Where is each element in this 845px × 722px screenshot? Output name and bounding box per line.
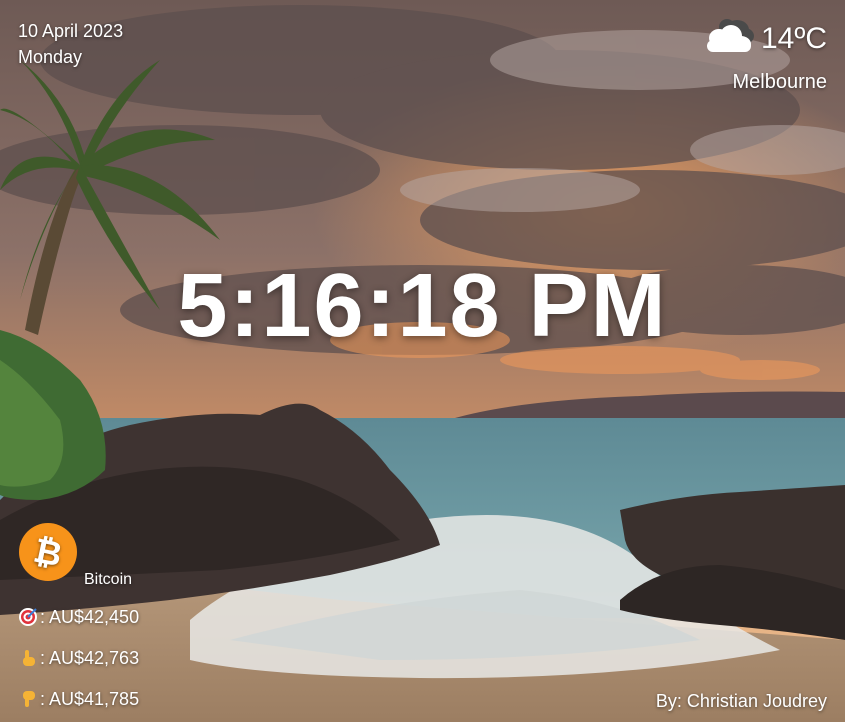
cloudy-icon [699, 16, 757, 61]
photo-credit[interactable]: By: Christian Joudrey [656, 691, 827, 712]
date-display: 10 April 2023 Monday [18, 18, 123, 70]
crypto-name: Bitcoin [84, 571, 133, 588]
weather-widget: 14ºC Melbourne [699, 16, 827, 95]
price-low-value: : AU$41,785 [40, 688, 140, 709]
bitcoin-icon: ₿ [18, 522, 78, 587]
clock-time: 5:16:18 PM [177, 256, 668, 356]
pointing-down-icon [18, 689, 38, 709]
date-full: 10 April 2023 [18, 21, 124, 41]
price-current: : AU$42,450 [18, 606, 139, 628]
dashboard-scene: 10 April 2023 Monday 14ºC Melbourne 5:16… [0, 0, 845, 722]
price-high: : AU$42,763 [18, 647, 139, 669]
target-icon [18, 607, 38, 627]
pointing-up-icon [18, 648, 38, 668]
city-name: Melbourne [732, 71, 827, 93]
price-low: : AU$41,785 [18, 688, 139, 710]
date-weekday: Monday [18, 47, 83, 67]
price-current-value: : AU$42,450 [40, 606, 140, 627]
temperature: 14ºC [761, 21, 827, 55]
price-high-value: : AU$42,763 [40, 647, 140, 668]
crypto-widget: ₿ Bitcoin : AU$42,450: AU$42,763: AU$4… [18, 522, 139, 710]
